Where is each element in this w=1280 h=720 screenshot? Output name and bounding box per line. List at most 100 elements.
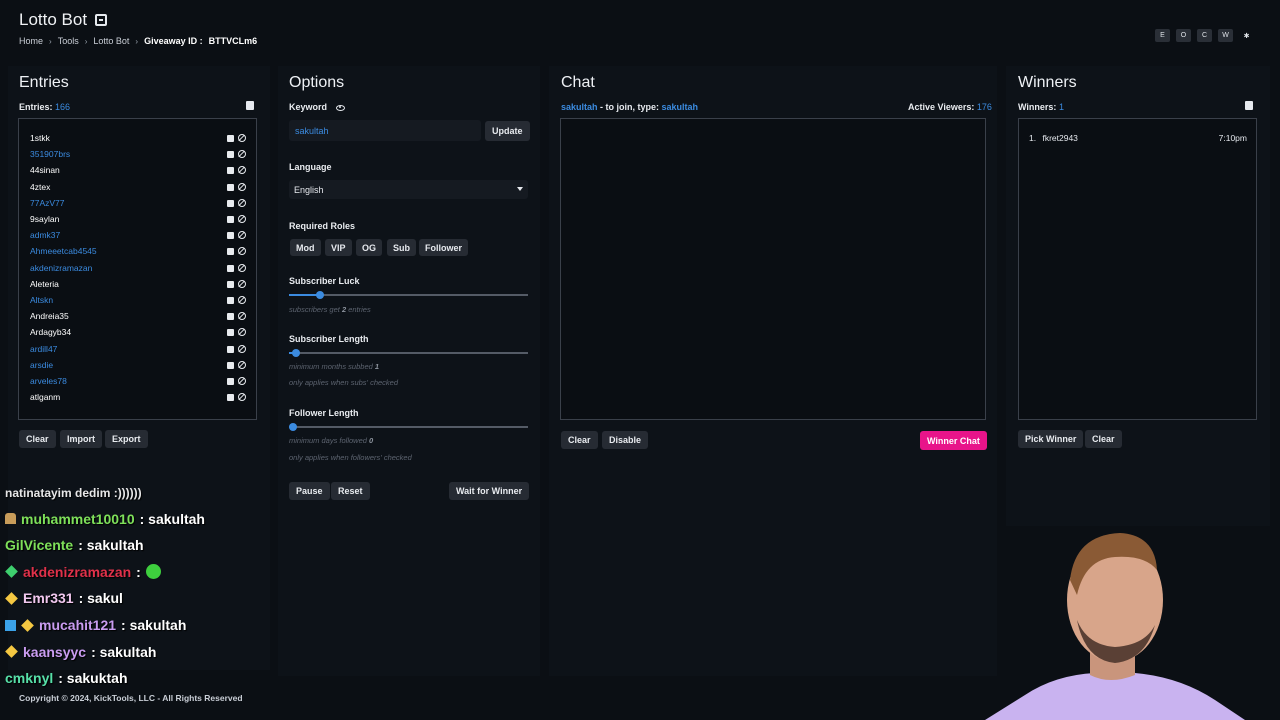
app-title: Lotto Bot [19,10,108,30]
panel-toggle-buttons: E O C W ✱ [1155,29,1254,42]
toggle-entries-button[interactable]: E [1155,29,1170,42]
entry-row: arveles78 [30,376,248,388]
checkbox-icon[interactable] [227,183,234,191]
update-keyword-button[interactable]: Update [485,121,530,141]
breadcrumb-lotto-bot[interactable]: Lotto Bot [93,36,129,46]
checkbox-icon[interactable] [227,232,234,240]
ban-icon[interactable] [238,231,246,240]
toggle-options-button[interactable]: O [1176,29,1191,42]
ban-icon[interactable] [238,182,246,191]
ban-icon[interactable] [238,134,246,142]
ban-icon[interactable] [238,215,246,223]
entry-username[interactable]: Andreia35 [30,311,69,321]
toggle-chat-button[interactable]: C [1197,29,1212,42]
ban-icon[interactable] [238,344,246,353]
checkbox-icon[interactable] [227,216,234,223]
follower-length-handle[interactable] [289,423,297,431]
disable-chat-button[interactable]: Disable [602,431,649,449]
entry-username[interactable]: 77AzV77 [30,198,65,208]
checkbox-icon[interactable] [227,313,234,321]
robot-icon [95,14,108,26]
subscriber-length-slider[interactable] [289,349,528,357]
entry-username[interactable]: Aleteria [30,279,59,289]
ban-icon[interactable] [238,328,246,337]
checkbox-icon[interactable] [227,297,234,304]
entry-username[interactable]: admk37 [30,230,60,240]
entry-username[interactable]: 1stkk [30,133,50,143]
ban-icon[interactable] [238,312,246,321]
checkbox-icon[interactable] [227,135,234,142]
export-entries-button[interactable]: Export [105,430,148,448]
role-mod-toggle[interactable]: Mod [290,239,321,256]
subscriber-length-hint-pre: minimum months subbed [289,362,373,371]
entry-username[interactable]: 4ztex [30,182,50,192]
entries-count: Entries: 166 [19,102,70,112]
entry-username[interactable]: akdenizramazan [30,263,92,273]
entry-username[interactable]: arveles78 [30,376,67,386]
checkbox-icon[interactable] [227,329,234,337]
copy-winners-icon[interactable] [1245,101,1253,110]
entry-username[interactable]: 9saylan [30,214,59,224]
required-roles-label: Required Roles [289,221,356,231]
checkbox-icon[interactable] [227,378,234,385]
role-sub-toggle[interactable]: Sub [387,239,416,256]
role-follower-toggle[interactable]: Follower [419,239,469,256]
checkbox-icon[interactable] [227,345,234,353]
ban-icon[interactable] [238,263,246,272]
checkbox-icon[interactable] [227,248,234,256]
copy-entries-icon[interactable] [246,101,254,110]
ban-icon[interactable] [238,166,246,175]
reset-button[interactable]: Reset [331,482,370,500]
clear-winners-button[interactable]: Clear [1085,430,1122,448]
keyword-input[interactable]: sakultah [289,120,481,141]
entry-username[interactable]: arsdie [30,360,53,370]
checkbox-icon[interactable] [227,151,234,159]
ban-icon[interactable] [238,247,246,256]
subscriber-luck-slider[interactable] [289,291,528,299]
ban-icon[interactable] [238,377,246,385]
ban-icon[interactable] [238,279,246,288]
pick-winner-button[interactable]: Pick Winner [1018,430,1084,448]
follower-length-slider[interactable] [289,423,528,431]
ban-icon[interactable] [238,360,246,369]
ban-icon[interactable] [238,150,246,159]
checkbox-icon[interactable] [227,394,234,402]
wait-for-winner-button[interactable]: Wait for Winner [449,482,530,500]
entries-list[interactable]: 1stkk 351907brs 44sinan 4ztex 77AzV77 9saylan… [18,118,257,420]
chat-messages-area[interactable] [560,118,986,420]
import-entries-button[interactable]: Import [60,430,102,448]
role-og-toggle[interactable]: OG [356,239,383,256]
pause-button[interactable]: Pause [289,482,330,500]
winner-chat-button[interactable]: Winner Chat [920,431,987,450]
follower-length-value: 0 [369,436,374,445]
clear-entries-button[interactable]: Clear [19,430,56,448]
entry-row: Aleteria [30,279,248,291]
entry-username[interactable]: ardill47 [30,344,57,354]
breadcrumb-home[interactable]: Home [19,36,43,46]
breadcrumb-tools[interactable]: Tools [58,36,79,46]
entry-username[interactable]: Ahmeeetcab4545 [30,246,97,256]
ban-icon[interactable] [238,296,246,304]
checkbox-icon[interactable] [227,361,234,369]
entry-username[interactable]: Altskn [30,295,53,305]
ban-icon[interactable] [238,393,246,402]
chevron-down-icon [517,187,523,191]
subscriber-luck-handle[interactable] [316,291,325,299]
role-vip-toggle[interactable]: VIP [325,239,352,256]
ban-icon[interactable] [238,198,246,207]
checkbox-icon[interactable] [227,264,234,272]
follower-length-note: only applies when followers' checked [289,453,412,462]
checkbox-icon[interactable] [227,199,234,207]
clear-chat-button[interactable]: Clear [561,431,598,449]
settings-icon[interactable]: ✱ [1239,29,1254,42]
entry-username[interactable]: 351907brs [30,149,70,159]
checkbox-icon[interactable] [227,167,234,175]
language-select[interactable]: English [289,180,528,199]
entry-username[interactable]: 44sinan [30,165,60,175]
winners-list: 1. fkret2943 7:10pm [1018,118,1257,420]
checkbox-icon[interactable] [227,280,234,288]
toggle-winners-button[interactable]: W [1218,29,1233,42]
entry-username[interactable]: atlganm [30,392,60,402]
eye-icon[interactable] [335,104,345,111]
entry-username[interactable]: Ardagyb34 [30,327,71,337]
